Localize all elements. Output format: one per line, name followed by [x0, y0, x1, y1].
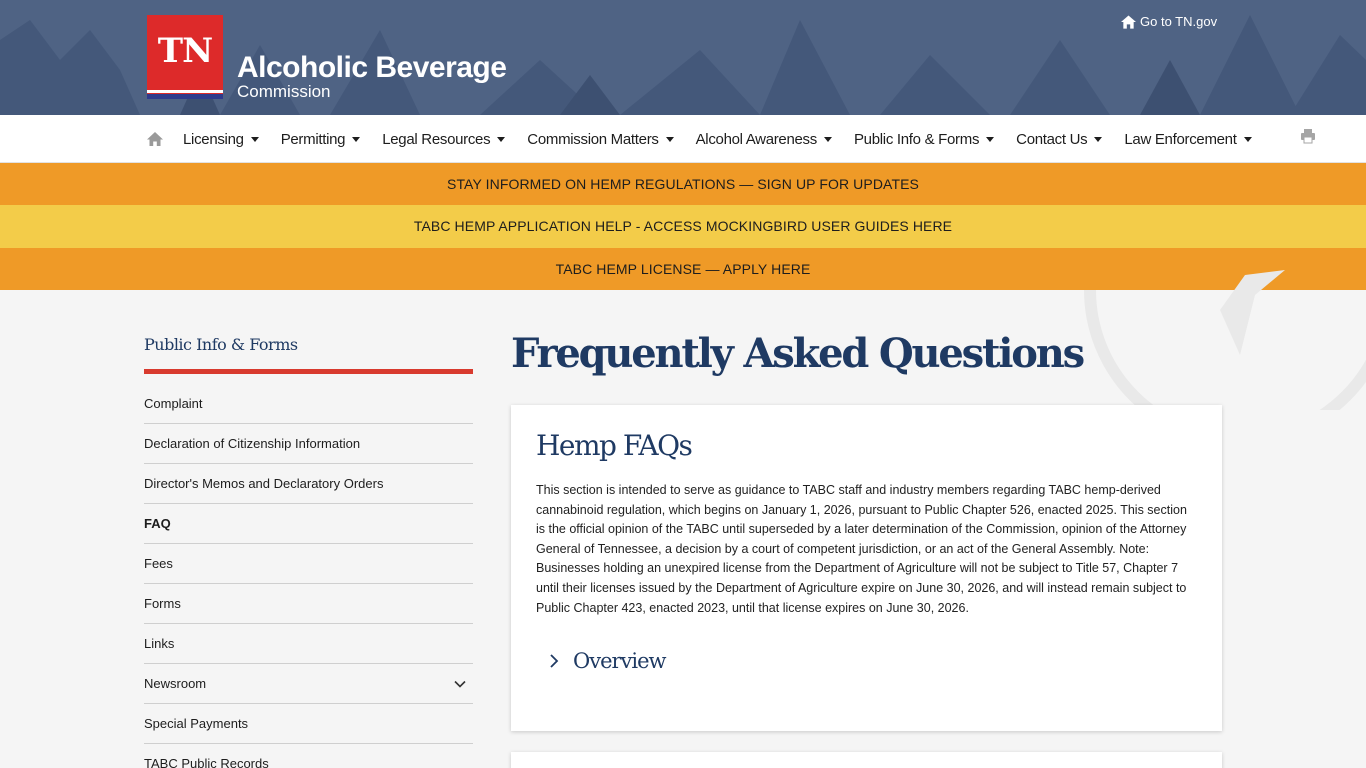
next-faq-card — [511, 752, 1222, 768]
sidebar-item-faq[interactable]: FAQ — [144, 504, 473, 544]
hemp-faqs-card: Hemp FAQs This section is intended to se… — [511, 405, 1222, 731]
site-header: TN Alcoholic Beverage Commission Go to T… — [0, 0, 1366, 115]
sidebar-menu: Complaint Declaration of Citizenship Inf… — [144, 384, 473, 768]
sidebar-item-tabc-public-records[interactable]: TABC Public Records — [144, 744, 473, 768]
nav-item-permitting[interactable]: Permitting — [270, 131, 372, 148]
sidebar-item-forms[interactable]: Forms — [144, 584, 473, 624]
nav-item-law-enforcement[interactable]: Law Enforcement — [1113, 131, 1262, 148]
nav-item-contact-us[interactable]: Contact Us — [1005, 131, 1113, 148]
main-navigation: Licensing Permitting Legal Resources Com… — [0, 115, 1366, 163]
nav-item-commission-matters[interactable]: Commission Matters — [516, 131, 684, 148]
sidebar-item-declaration-of-citizenship[interactable]: Declaration of Citizenship Information — [144, 424, 473, 464]
sidebar-item-newsroom[interactable]: Newsroom — [144, 664, 473, 704]
tn-logo-mark: TN — [147, 15, 223, 99]
card-body-text: This section is intended to serve as gui… — [536, 483, 1187, 615]
sidebar-title-rule — [144, 369, 473, 374]
banner-hemp-updates[interactable]: STAY INFORMED ON HEMP REGULATIONS — SIGN… — [0, 163, 1366, 205]
chevron-right-icon — [550, 654, 559, 668]
go-to-tn-label: Go to TN.gov — [1140, 14, 1218, 29]
caret-down-icon — [1094, 136, 1103, 142]
nav-item-legal-resources[interactable]: Legal Resources — [371, 131, 516, 148]
accordion-overview[interactable]: Overview — [547, 649, 667, 673]
nav-item-licensing[interactable]: Licensing — [172, 131, 270, 148]
caret-down-icon — [986, 136, 995, 142]
caret-down-icon — [823, 136, 832, 142]
sidebar-title[interactable]: Public Info & Forms — [144, 335, 473, 365]
caret-down-icon — [497, 136, 506, 142]
caret-down-icon — [250, 136, 259, 142]
home-icon[interactable] — [147, 131, 163, 147]
caret-down-icon — [665, 136, 674, 142]
go-to-tn-link[interactable]: Go to TN.gov — [1121, 14, 1217, 29]
state-seal-watermark — [1084, 270, 1366, 410]
sidebar-item-links[interactable]: Links — [144, 624, 473, 664]
accordion-overview-label: Overview — [573, 649, 667, 673]
nav-item-public-info-forms[interactable]: Public Info & Forms — [843, 131, 1005, 148]
agency-logo[interactable]: TN Alcoholic Beverage Commission — [147, 15, 507, 101]
print-icon[interactable] — [1300, 128, 1316, 144]
agency-name: Alcoholic Beverage Commission — [237, 51, 507, 101]
sidebar: Public Info & Forms Complaint Declaratio… — [144, 290, 473, 768]
caret-down-icon — [1243, 136, 1252, 142]
agency-name-line2: Commission — [237, 82, 331, 101]
tn-logo-text: TN — [157, 31, 213, 71]
sidebar-item-directors-memos[interactable]: Director's Memos and Declaratory Orders — [144, 464, 473, 504]
chevron-down-icon[interactable] — [453, 677, 467, 691]
page-title: Frequently Asked Questions — [511, 330, 1085, 377]
sidebar-item-special-payments[interactable]: Special Payments — [144, 704, 473, 744]
caret-down-icon — [352, 136, 361, 142]
agency-name-line1: Alcoholic Beverage — [237, 51, 507, 84]
home-icon — [1121, 14, 1136, 29]
nav-menu: Licensing Permitting Legal Resources Com… — [172, 115, 1263, 163]
card-heading: Hemp FAQs — [536, 429, 693, 462]
sidebar-item-fees[interactable]: Fees — [144, 544, 473, 584]
nav-item-alcohol-awareness[interactable]: Alcohol Awareness — [685, 131, 843, 148]
sidebar-item-complaint[interactable]: Complaint — [144, 384, 473, 424]
